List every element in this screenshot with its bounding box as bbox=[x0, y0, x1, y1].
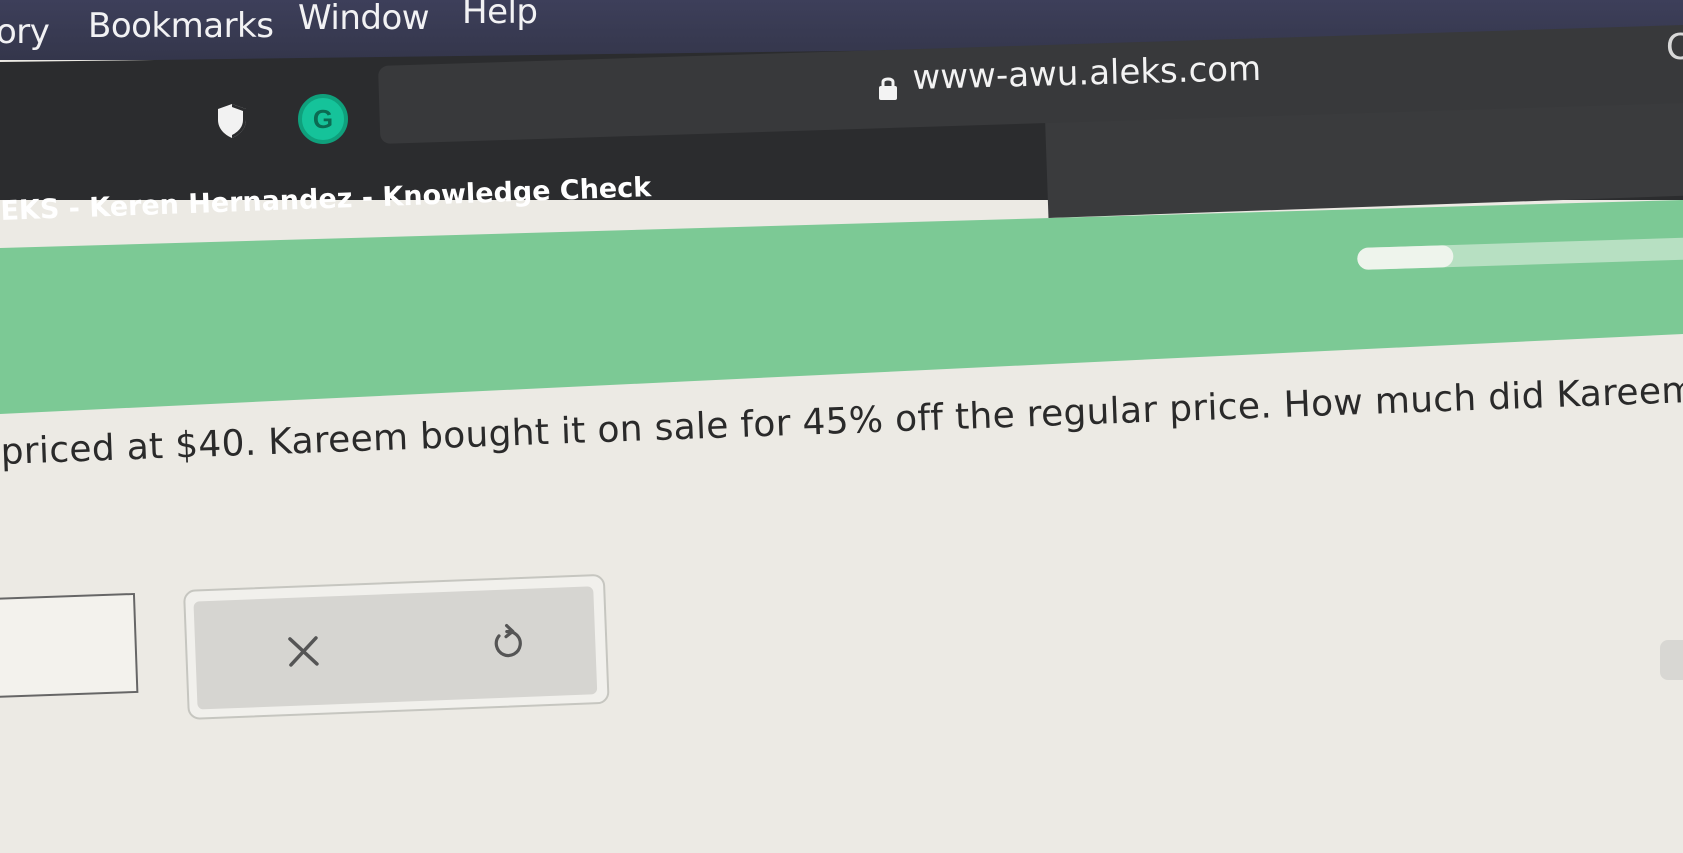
answer-input[interactable] bbox=[0, 592, 139, 698]
menu-window[interactable]: Window bbox=[298, 0, 430, 38]
reload-icon[interactable]: C bbox=[1666, 26, 1683, 69]
screen: ory Bookmarks Window Help G www-awu.alek… bbox=[0, 0, 1683, 853]
progress-bar-fill bbox=[1357, 244, 1454, 270]
answer-tools-panel bbox=[183, 573, 610, 720]
close-icon bbox=[288, 636, 319, 667]
side-handle bbox=[1660, 640, 1683, 680]
grammarly-icon[interactable]: G bbox=[298, 94, 348, 144]
lock-icon bbox=[878, 75, 898, 101]
shield-icon[interactable] bbox=[216, 103, 248, 139]
clear-button[interactable] bbox=[274, 622, 332, 680]
answer-tools-inner bbox=[193, 586, 598, 710]
menu-help[interactable]: Help bbox=[462, 0, 538, 32]
grammarly-letter: G bbox=[312, 103, 334, 134]
menu-bookmarks[interactable]: Bookmarks bbox=[88, 6, 274, 46]
undo-button[interactable] bbox=[476, 612, 538, 674]
menu-history[interactable]: ory bbox=[0, 12, 50, 52]
undo-icon bbox=[494, 624, 522, 658]
